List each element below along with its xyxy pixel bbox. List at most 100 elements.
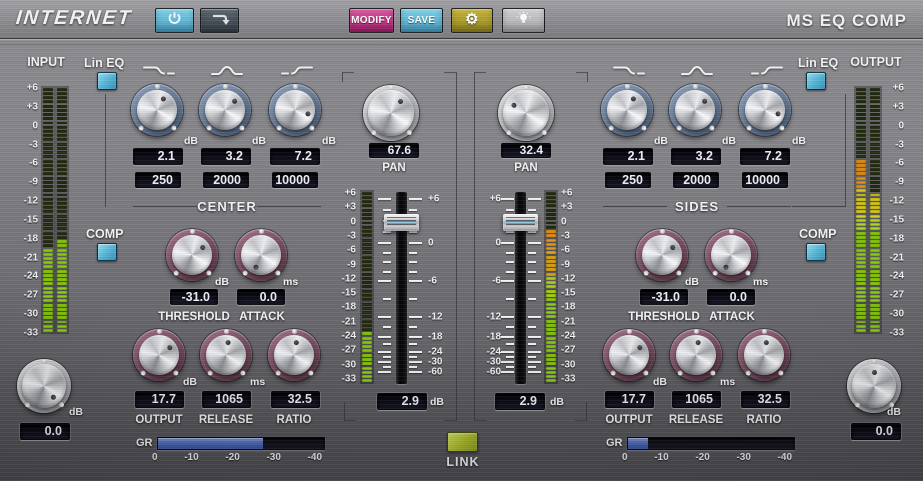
- ratio-value[interactable]: 32.5: [271, 391, 320, 408]
- eq-high-gain-knob[interactable]: [739, 84, 791, 136]
- threshold-knob[interactable]: [636, 229, 688, 281]
- eq-high-gain-value[interactable]: 7.2: [740, 148, 790, 165]
- comp-output-value[interactable]: 17.7: [135, 391, 184, 408]
- attack-value[interactable]: 0.0: [237, 289, 285, 305]
- low-shelf-icon: [613, 64, 645, 77]
- attack-knob[interactable]: [235, 229, 287, 281]
- sides-fader-strip: 32.4 PAN +60-6-12-18-24-30-60 +6+30-3-6-…: [466, 0, 592, 481]
- eq-mid-gain-value[interactable]: 3.2: [201, 148, 251, 165]
- gain-reduction-meter: [157, 437, 325, 450]
- fader-value-sides[interactable]: 2.9: [495, 393, 545, 410]
- pan-knob-sides[interactable]: [498, 85, 554, 141]
- plugin-window: INTERNET MODIFY SAVE ⚙ MS EQ COMP INPUT …: [0, 0, 923, 481]
- eq-high-freq-value[interactable]: 10000: [742, 172, 788, 188]
- knob-indicator: [252, 263, 259, 270]
- threshold-value[interactable]: -31.0: [170, 289, 218, 305]
- eq-mid-gain-value[interactable]: 3.2: [671, 148, 721, 165]
- gr-label: GR: [606, 437, 623, 449]
- eq-high-gain-knob[interactable]: [269, 84, 321, 136]
- fader-unit-sides: dB: [550, 396, 564, 408]
- eq-mid-unit: dB: [252, 135, 266, 147]
- comp-output-unit: dB: [653, 376, 667, 388]
- pan-label-center: PAN: [369, 162, 419, 174]
- attack-unit: ms: [753, 276, 768, 288]
- sides-strip-meter: [545, 191, 557, 383]
- knob-indicator: [225, 339, 231, 345]
- release-unit: ms: [250, 376, 265, 388]
- high-shelf-icon: [751, 64, 783, 77]
- gr-meter-fill: [628, 438, 648, 449]
- eq-low-freq-value[interactable]: 250: [135, 172, 181, 188]
- eq-high-gain-value[interactable]: 7.2: [270, 148, 320, 165]
- output-gain-value[interactable]: 0.0: [851, 423, 901, 440]
- fader-handle-sides[interactable]: [503, 214, 538, 231]
- fader-handle-center[interactable]: [384, 214, 419, 231]
- knob-indicator: [763, 339, 769, 345]
- release-knob[interactable]: [200, 329, 252, 381]
- gr-meter-scale: 0-10-20-30-40: [152, 452, 322, 463]
- attack-knob[interactable]: [705, 229, 757, 281]
- pan-value-center[interactable]: 67.6: [369, 143, 419, 158]
- fader-scale: +60-6-12-18-24-30-60: [428, 192, 454, 384]
- knob-indicator: [774, 110, 780, 116]
- eq-mid-freq-value[interactable]: 2000: [673, 172, 719, 188]
- release-value[interactable]: 1065: [202, 391, 251, 408]
- eq-mid-gain-knob[interactable]: [669, 84, 721, 136]
- attack-unit: ms: [283, 276, 298, 288]
- threshold-unit: dB: [215, 276, 229, 288]
- ratio-knob[interactable]: [738, 329, 790, 381]
- knob-indicator: [293, 339, 299, 345]
- high-shelf-icon: [281, 64, 313, 77]
- link-label: LINK: [438, 455, 488, 469]
- channel-center: dB dB dB 2.1 3.2 7.2 250 2000 10000 CENT…: [0, 0, 340, 481]
- attack-label: ATTACK: [214, 311, 310, 323]
- pan-knob-center[interactable]: [363, 85, 419, 141]
- eq-mid-unit: dB: [722, 135, 736, 147]
- ratio-label: RATIO: [246, 414, 342, 426]
- ratio-label: RATIO: [716, 414, 812, 426]
- eq-low-unit: dB: [654, 135, 668, 147]
- center-strip-meter: [361, 191, 373, 383]
- comp-output-value[interactable]: 17.7: [605, 391, 654, 408]
- knob-indicator: [695, 339, 701, 345]
- eq-mid-freq-value[interactable]: 2000: [203, 172, 249, 188]
- threshold-value[interactable]: -31.0: [640, 289, 688, 305]
- channel-name: SIDES: [627, 199, 767, 214]
- release-value[interactable]: 1065: [672, 391, 721, 408]
- fader-scale: +60-6-12-18-24-30-60: [475, 192, 501, 384]
- eq-low-gain-value[interactable]: 2.1: [133, 148, 183, 165]
- low-shelf-icon: [143, 64, 175, 77]
- pan-label-sides: PAN: [501, 162, 551, 174]
- ratio-knob[interactable]: [268, 329, 320, 381]
- attack-value[interactable]: 0.0: [707, 289, 755, 305]
- comp-output-knob[interactable]: [133, 329, 185, 381]
- gr-meter-fill: [158, 438, 263, 449]
- eq-high-freq-value[interactable]: 10000: [272, 172, 318, 188]
- output-meter-scale: +6+30-3-6-9-12-15-18-21-24-27-30-33: [876, 88, 904, 333]
- release-knob[interactable]: [670, 329, 722, 381]
- knob-indicator: [722, 263, 729, 270]
- gr-label: GR: [136, 437, 153, 449]
- eq-low-gain-knob[interactable]: [601, 84, 653, 136]
- eq-high-unit: dB: [322, 135, 336, 147]
- threshold-knob[interactable]: [166, 229, 218, 281]
- knob-indicator: [304, 110, 310, 116]
- comp-output-knob[interactable]: [603, 329, 655, 381]
- eq-mid-gain-knob[interactable]: [199, 84, 251, 136]
- release-unit: ms: [720, 376, 735, 388]
- ratio-value[interactable]: 32.5: [741, 391, 790, 408]
- eq-low-gain-knob[interactable]: [131, 84, 183, 136]
- comp-output-unit: dB: [183, 376, 197, 388]
- output-gain-knob[interactable]: [847, 359, 901, 413]
- bell-icon: [681, 64, 713, 77]
- eq-high-unit: dB: [792, 135, 806, 147]
- pan-value-sides[interactable]: 32.4: [501, 143, 551, 158]
- gain-reduction-meter: [627, 437, 795, 450]
- eq-low-gain-value[interactable]: 2.1: [603, 148, 653, 165]
- bell-icon: [211, 64, 243, 77]
- strip-meter-scale: +6+30-3-6-9-12-15-18-21-24-27-30-33: [561, 193, 587, 379]
- divider-line: [845, 94, 846, 207]
- eq-low-freq-value[interactable]: 250: [605, 172, 651, 188]
- link-button[interactable]: [447, 432, 478, 452]
- fader-value-center[interactable]: 2.9: [377, 393, 427, 410]
